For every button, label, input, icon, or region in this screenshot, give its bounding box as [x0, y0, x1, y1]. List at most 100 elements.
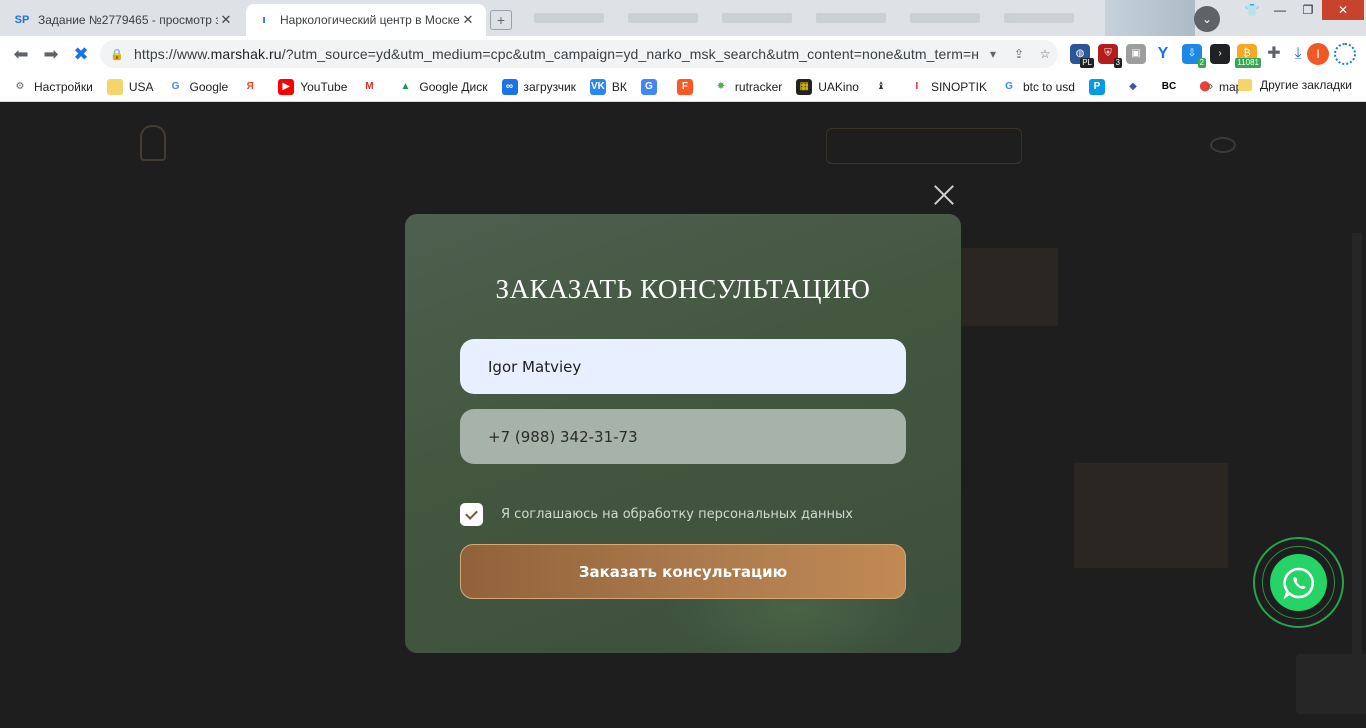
phone-field[interactable] — [460, 409, 906, 464]
extension-download-icon[interactable]: ⇩ 2 — [1182, 44, 1206, 68]
bookmark-item[interactable]: ▦ UAKino — [796, 78, 859, 95]
lock-icon[interactable]: 🔒 — [110, 48, 124, 61]
bookmark-item[interactable]: ⚙ Настройки — [12, 79, 93, 95]
tab-close-icon[interactable]: ✕ — [460, 12, 476, 28]
bookmark-label: btc to usd — [1022, 79, 1075, 94]
window-close-button[interactable]: ✕ — [1322, 0, 1364, 20]
ghost-tab[interactable] — [1004, 13, 1074, 23]
bookmark-item[interactable]: ✸ rutracker — [713, 79, 783, 95]
bookmark-label: Google — [189, 79, 229, 94]
avatar[interactable]: I — [1307, 43, 1329, 65]
ghost-tab[interactable] — [816, 13, 886, 23]
tab-task[interactable]: SP Задание №2779465 - просмотр з ✕ — [4, 4, 244, 36]
recaptcha-badge[interactable] — [1296, 654, 1366, 714]
ghost-tab[interactable] — [722, 13, 792, 23]
folder-icon — [1238, 79, 1252, 91]
card-image — [960, 248, 1058, 326]
bookmark-star-icon[interactable]: ☆ — [1032, 47, 1058, 61]
tab-favicon: SP — [14, 14, 30, 26]
consent-label: Я соглашаюсь на обработку персональных д… — [501, 507, 853, 522]
bookmark-icon: ♝ — [876, 81, 886, 92]
close-icon[interactable] — [932, 183, 956, 207]
consent-checkbox[interactable] — [460, 503, 483, 526]
bookmark-icon: ▲ — [400, 81, 411, 92]
header-cta-button[interactable] — [826, 128, 1022, 164]
bookmark-item[interactable]: ▶ YouTube — [278, 78, 348, 95]
whatsapp-button[interactable] — [1270, 554, 1327, 611]
bookmark-item[interactable]: M — [361, 79, 383, 95]
bookmark-item[interactable]: G Google — [168, 79, 229, 95]
download-icon[interactable]: ⤓ — [1288, 44, 1308, 64]
url-dropdown-icon[interactable]: ▾ — [980, 47, 1006, 61]
consent-row[interactable]: Я соглашаюсь на обработку персональных д… — [460, 503, 853, 526]
extension-terminal-icon[interactable]: › — [1210, 44, 1230, 64]
extension-pl-icon[interactable]: ◍ PL — [1070, 44, 1094, 68]
bookmark-icon: VK — [589, 78, 606, 95]
page-scrollbar[interactable] — [1352, 233, 1362, 693]
ghost-tab[interactable] — [534, 13, 604, 23]
briefcase-icon[interactable]: ▣ — [1126, 44, 1146, 64]
new-tab-button[interactable]: + — [490, 10, 512, 30]
name-field[interactable] — [460, 339, 906, 394]
bookmark-icon: ⚙ — [15, 81, 25, 92]
maximize-button[interactable]: ❐ — [1294, 0, 1322, 20]
person-icon[interactable]: 👕 — [1238, 0, 1266, 20]
url-text[interactable]: https://www.marshak.ru/?utm_source=yd&ut… — [134, 46, 980, 62]
extension-bitcoin-icon[interactable]: ₿ 11081 — [1235, 44, 1261, 68]
bookmark-item[interactable]: Я — [242, 79, 264, 95]
bookmark-icon: ◆ — [1129, 81, 1137, 92]
bookmarks-bar: ⚙ Настройки USA G Google Я ▶ YouTube M ▲ Google Ди… — [0, 72, 1366, 102]
bookmark-label: rutracker — [734, 79, 783, 94]
order-consultation-button[interactable]: Заказать консультацию — [460, 544, 906, 599]
stop-icon[interactable]: ✖ — [70, 44, 92, 64]
tab-close-icon[interactable]: ✕ — [218, 12, 234, 28]
other-bookmarks-folder[interactable]: Другие закладки — [1238, 78, 1352, 92]
share-icon[interactable]: ⇪ — [1006, 47, 1032, 61]
bookmark-item[interactable]: I SINOPTIK — [909, 79, 987, 95]
bookmark-item[interactable]: VK ВК — [589, 78, 627, 95]
ghost-tab[interactable] — [910, 13, 980, 23]
bookmark-label: UAKino — [818, 79, 859, 94]
tab-favicon: ı — [262, 14, 266, 26]
bookmark-icon: F — [676, 78, 693, 95]
bookmark-icon: G — [1005, 81, 1013, 92]
bookmark-item[interactable]: BC — [1160, 78, 1183, 95]
extension-gear-icon[interactable] — [1334, 43, 1356, 65]
other-bookmarks-label: Другие закладки — [1260, 78, 1352, 92]
bookmark-item[interactable]: ◆ — [1125, 79, 1147, 95]
back-arrow-icon[interactable]: ⬅ — [10, 44, 32, 64]
bookmark-icon: BC — [1160, 78, 1177, 95]
extension-y-icon[interactable]: Y — [1153, 44, 1173, 64]
tab-narcology-center[interactable]: ı Наркологический центр в Моске ✕ — [246, 4, 486, 36]
extension-shield-icon[interactable]: ⛨ 3 — [1098, 44, 1122, 68]
bookmarks-more-button[interactable]: » — [1206, 78, 1213, 93]
bookmark-icon: P — [1088, 78, 1105, 95]
bookmark-item[interactable]: F — [676, 78, 699, 95]
bookmark-item[interactable]: ▲ Google Диск — [397, 79, 487, 95]
forward-arrow-icon[interactable]: ➡ — [40, 44, 62, 64]
bookmark-icon: ✸ — [716, 81, 726, 92]
address-bar[interactable]: 🔒 https://www.marshak.ru/?utm_source=yd&… — [100, 40, 1058, 68]
bookmark-label: Google Диск — [419, 79, 488, 94]
bookmark-label: ВК — [611, 79, 627, 94]
bookmark-icon: Я — [246, 81, 254, 92]
bookmark-item[interactable]: ∞ загрузчик — [501, 78, 576, 95]
bookmark-item[interactable]: G — [640, 78, 663, 95]
window-controls: 👕 — ❐ ✕ — [1238, 0, 1364, 24]
ghost-tab[interactable] — [628, 13, 698, 23]
eye-icon[interactable] — [1210, 137, 1236, 153]
bookmark-item[interactable]: P — [1088, 78, 1111, 95]
bookmark-item[interactable]: ♝ — [873, 79, 895, 95]
site-logo[interactable] — [140, 125, 315, 161]
bookmark-icon: ▶ — [278, 78, 295, 95]
desktop-wallpaper-strip — [1105, 0, 1195, 36]
bookmark-label: YouTube — [300, 79, 348, 94]
tab-search-button[interactable]: ⌄ — [1194, 6, 1220, 32]
bookmark-icon: M — [365, 81, 374, 92]
bookmark-label: USA — [128, 79, 154, 94]
bookmark-item[interactable]: Gbtc to usd — [1001, 79, 1075, 95]
card-image — [1074, 463, 1228, 568]
minimize-button[interactable]: — — [1266, 0, 1294, 20]
puzzle-icon[interactable]: ✚ — [1264, 44, 1284, 64]
bookmark-item[interactable]: USA — [106, 78, 154, 95]
